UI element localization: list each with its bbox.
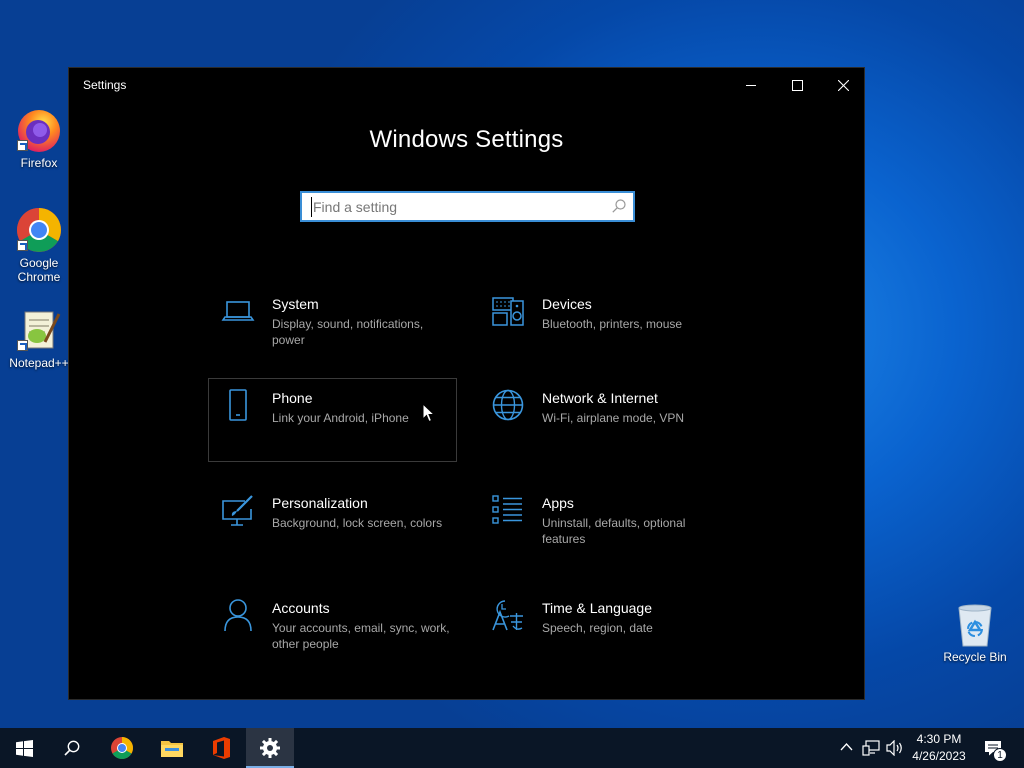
tile-title: System: [272, 296, 319, 312]
tile-title: Phone: [272, 390, 313, 406]
search-icon[interactable]: [612, 199, 626, 213]
desktop-icon-recycle-bin[interactable]: Recycle Bin: [937, 602, 1013, 664]
taskbar: 4:30 PM 4/26/2023 1: [0, 728, 1024, 768]
tile-personalization[interactable]: Personalization Background, lock screen,…: [208, 483, 457, 567]
tile-title: Time & Language: [542, 600, 652, 616]
title-bar[interactable]: Settings: [69, 68, 864, 102]
tile-title: Accounts: [272, 600, 330, 616]
tile-title: Network & Internet: [542, 390, 658, 406]
desktop-icon-chrome[interactable]: Google Chrome: [1, 206, 77, 284]
search-icon: [64, 740, 80, 756]
network-icon[interactable]: [862, 740, 880, 756]
apps-list-icon: [492, 495, 522, 524]
shortcut-arrow-icon: [17, 240, 28, 251]
tile-description: Speech, region, date: [542, 621, 653, 635]
page-title: Windows Settings: [369, 126, 564, 153]
tile-description: Background, lock screen, colors: [272, 516, 443, 530]
mouse-cursor-icon: [422, 403, 435, 423]
desktop-icon-label: Google Chrome: [17, 256, 61, 284]
time-language-icon: [492, 600, 523, 631]
recycle-bin-icon: [958, 604, 992, 647]
tile-title: Devices: [542, 296, 592, 312]
tile-description: Wi-Fi, airplane mode, VPN: [542, 411, 685, 425]
notification-badge: 1: [993, 748, 1007, 762]
window-title: Settings: [83, 78, 127, 92]
close-button[interactable]: [820, 68, 866, 102]
tile-apps[interactable]: Apps Uninstall, defaults, optional featu…: [478, 483, 727, 567]
volume-icon[interactable]: [886, 740, 904, 756]
search-box[interactable]: [300, 191, 635, 222]
tile-phone[interactable]: Phone Link your Android, iPhone: [208, 378, 457, 462]
search-button[interactable]: [48, 728, 96, 768]
tile-title: Apps: [542, 495, 574, 511]
clock-time: 4:30 PM: [916, 732, 962, 746]
phone-icon: [229, 389, 247, 421]
globe-icon: [492, 389, 524, 421]
tile-time-language[interactable]: Time & Language Speech, region, date: [478, 588, 727, 672]
devices-icon: [492, 297, 524, 326]
person-icon: [224, 599, 252, 632]
tile-system[interactable]: System Display, sound, notifications, po…: [208, 284, 457, 368]
windows-logo-icon: [15, 739, 33, 757]
tile-description: Display, sound, notifications, power: [272, 317, 424, 347]
taskbar-chrome-button[interactable]: [98, 728, 146, 768]
taskbar-settings-button[interactable]: [246, 728, 294, 768]
desktop-icon-notepadpp[interactable]: Notepad++: [1, 306, 77, 370]
paint-icon: [222, 495, 253, 526]
desktop-icon-firefox[interactable]: Firefox: [1, 106, 77, 170]
tile-title: Personalization: [272, 495, 368, 511]
shortcut-arrow-icon: [17, 340, 28, 351]
maximize-button[interactable]: [774, 68, 820, 102]
tile-description: Uninstall, defaults, optional features: [542, 516, 686, 546]
folder-icon: [161, 741, 183, 757]
tile-network[interactable]: Network & Internet Wi-Fi, airplane mode,…: [478, 378, 727, 462]
clock[interactable]: 4:30 PM 4/26/2023: [905, 731, 973, 765]
start-button[interactable]: [0, 728, 48, 768]
shortcut-arrow-icon: [17, 140, 28, 151]
tile-description: Bluetooth, printers, mouse: [542, 317, 683, 331]
maximize-icon: [791, 79, 803, 91]
tile-accounts[interactable]: Accounts Your accounts, email, sync, wor…: [208, 588, 457, 672]
settings-window: Settings Windows Settings System Display…: [68, 67, 865, 700]
tile-description: Your accounts, email, sync, work, other …: [272, 621, 450, 651]
taskbar-office-button[interactable]: [197, 728, 245, 768]
desktop-icon-label: Recycle Bin: [943, 650, 1007, 664]
office-icon: [213, 737, 230, 759]
clock-date: 4/26/2023: [912, 749, 966, 763]
taskbar-file-explorer-button[interactable]: [148, 728, 196, 768]
gear-icon: [260, 738, 280, 758]
laptop-icon: [221, 301, 255, 321]
desktop-icon-label: Firefox: [20, 156, 58, 170]
search-input[interactable]: [311, 197, 601, 217]
minimize-icon: [746, 85, 756, 86]
desktop-icon-label: Notepad++: [9, 356, 69, 370]
close-icon: [837, 79, 849, 91]
chevron-up-icon[interactable]: [840, 742, 853, 751]
chrome-icon: [111, 737, 133, 759]
minimize-button[interactable]: [728, 68, 774, 102]
tile-devices[interactable]: Devices Bluetooth, printers, mouse: [478, 284, 727, 368]
